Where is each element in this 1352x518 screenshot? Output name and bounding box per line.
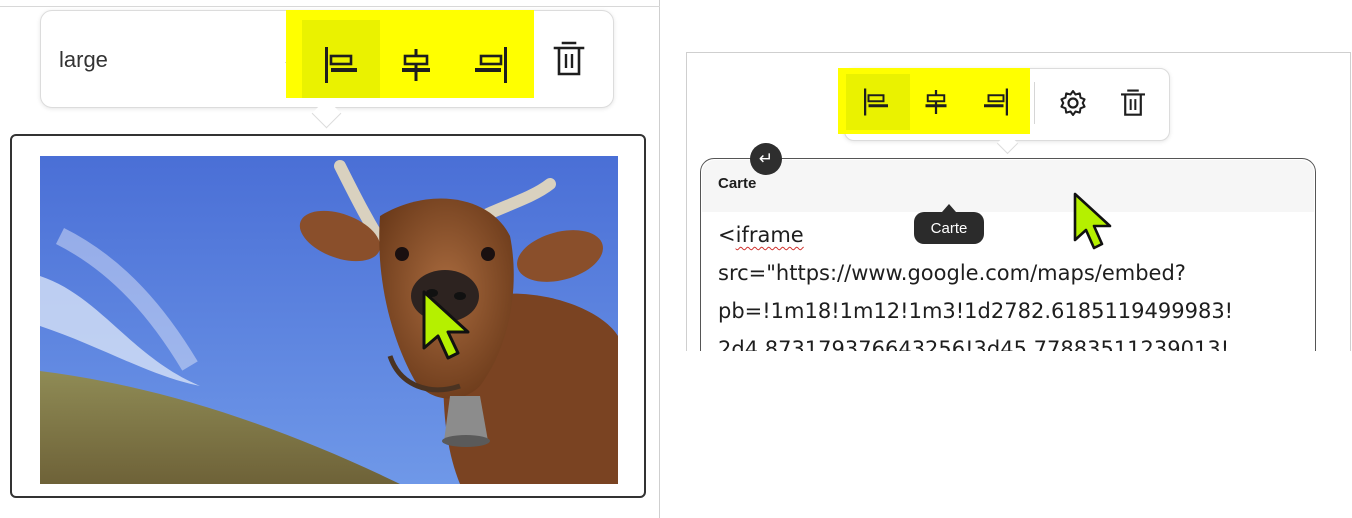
- frame-divider: [0, 6, 660, 7]
- align-left-button[interactable]: [856, 82, 896, 122]
- embed-block-label: Carte: [718, 175, 757, 192]
- trash-icon: [553, 41, 585, 76]
- tooltip-arrow: [942, 204, 956, 212]
- trash-icon: [1121, 89, 1145, 116]
- align-right-button[interactable]: [466, 40, 516, 90]
- align-buttons-highlight: [286, 10, 534, 98]
- image-block[interactable]: [10, 134, 646, 498]
- code-line-4: 2d4.873179376643256!3d45.77883511239013!: [718, 337, 1230, 351]
- code-line-2: src="https://www.google.com/maps/embed?: [718, 261, 1186, 285]
- mouse-cursor-icon: [422, 290, 470, 360]
- delete-embed-button[interactable]: [1112, 82, 1154, 124]
- align-left-button[interactable]: [316, 40, 366, 90]
- align-buttons-highlight: [838, 68, 1030, 134]
- code-prefix: <: [718, 223, 736, 247]
- align-left-icon: [864, 88, 888, 116]
- embed-block-header: [702, 160, 1314, 212]
- toolbar-divider: [1034, 82, 1035, 124]
- image-size-select[interactable]: large ⌄: [59, 33, 299, 87]
- settings-button[interactable]: [1052, 82, 1094, 124]
- mouse-cursor-icon: [1073, 192, 1112, 250]
- return-icon[interactable]: ↵: [750, 143, 782, 175]
- align-left-icon: [325, 47, 357, 83]
- align-center-icon: [925, 90, 947, 114]
- align-center-button[interactable]: [916, 82, 956, 122]
- align-center-icon: [402, 49, 430, 81]
- delete-image-button[interactable]: [544, 34, 594, 84]
- gear-icon: [1060, 90, 1086, 116]
- align-right-icon: [475, 47, 507, 83]
- align-right-icon: [984, 88, 1008, 116]
- tooltip: Carte: [914, 212, 984, 244]
- code-line-3: pb=!1m18!1m12!1m3!1d2782.6185119499983!: [718, 299, 1234, 323]
- align-center-button[interactable]: [391, 40, 441, 90]
- embed-code-text[interactable]: <iframe src="https://www.google.com/maps…: [718, 216, 1298, 351]
- image-size-value: large: [59, 47, 108, 72]
- align-right-button[interactable]: [976, 82, 1016, 122]
- cow-photo: [40, 156, 618, 484]
- code-line-1: iframe: [735, 223, 804, 247]
